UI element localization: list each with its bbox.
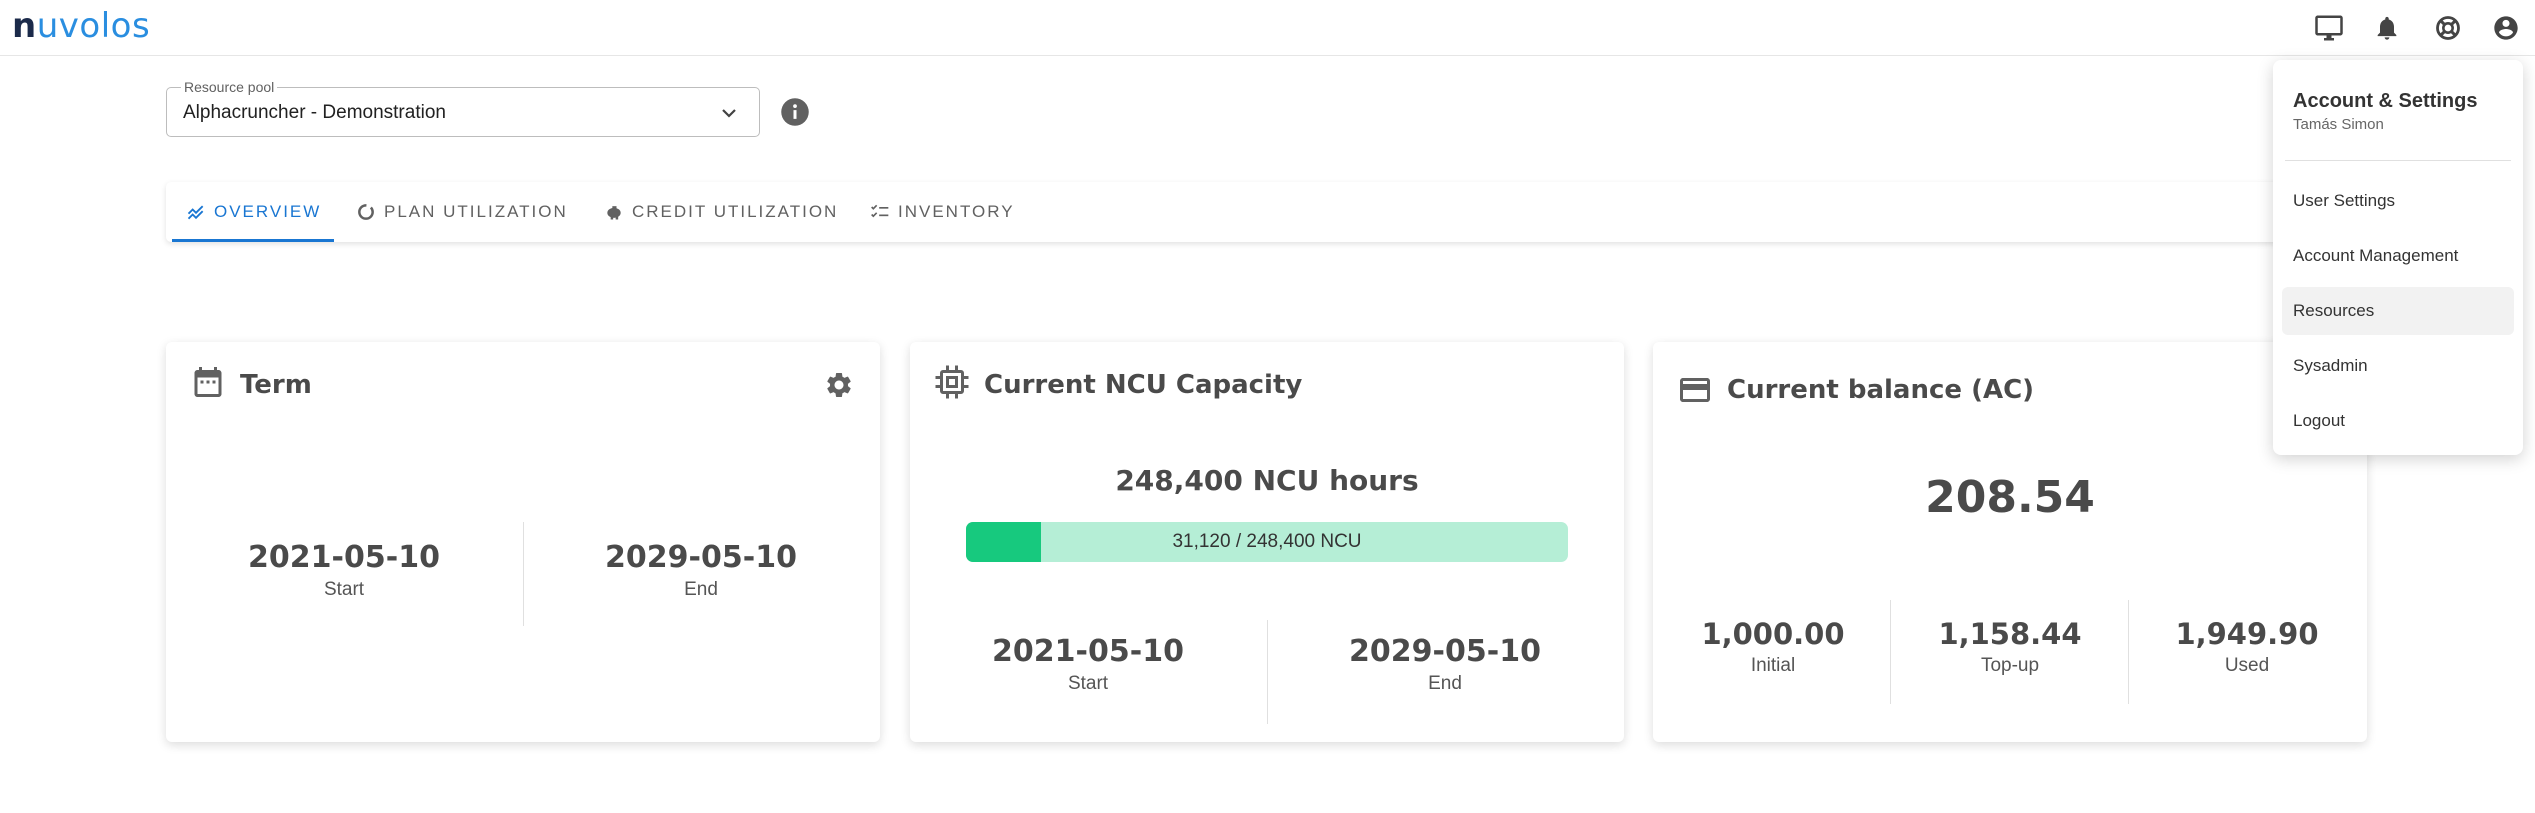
term-end: 2029-05-10 End: [583, 540, 819, 601]
piggy-bank-icon: [607, 206, 621, 220]
term-end-label: End: [684, 579, 718, 600]
tab-label: INVENTORY: [898, 202, 1015, 221]
bell-icon[interactable]: [2371, 12, 2403, 44]
ncu-progress-text: 31,120 / 248,400 NCU: [1172, 531, 1362, 552]
term-start: 2021-05-10 Start: [226, 540, 462, 601]
active-tab-indicator: [172, 239, 334, 242]
balance-card: Current balance (AC) 208.54 1,000.00 Ini…: [1653, 342, 2367, 742]
term-start-label: Start: [323, 579, 365, 600]
topup-label: Top-up: [1980, 655, 2040, 676]
resource-pool-value: Alphacruncher - Demonstration: [183, 102, 446, 123]
term-start-value: 2021-05-10: [248, 540, 440, 575]
resource-pool-select[interactable]: Resource pool Alphacruncher - Demonstrat…: [166, 79, 760, 137]
divider: [523, 522, 524, 626]
ncu-headline: 248,400 NCU hours: [1115, 464, 1419, 497]
logo-letter-n: n: [12, 6, 37, 46]
tab-inventory[interactable]: INVENTORY: [870, 182, 1015, 242]
balance-card-title: Current balance (AC): [1727, 375, 2035, 405]
menu-title: Account & Settings: [2293, 90, 2478, 112]
initial-value: 1,000.00: [1701, 617, 1845, 651]
balance-used: 1,949.90 Used: [2147, 617, 2347, 677]
cpu-chip-icon: [935, 365, 969, 399]
checklist-icon: [871, 204, 889, 218]
menu-item-sysadmin[interactable]: Sysadmin: [2282, 342, 2514, 390]
ncu-end: 2029-05-10 End: [1327, 634, 1563, 695]
ncu-start: 2021-05-10 Start: [970, 634, 1206, 695]
balance-topup: 1,158.44 Top-up: [1910, 617, 2110, 677]
donut-icon: [358, 204, 374, 220]
ncu-start-label: Start: [1067, 673, 1109, 694]
calendar-icon: [194, 367, 222, 397]
ncu-start-value: 2021-05-10: [992, 634, 1184, 669]
tab-credit-utilization[interactable]: CREDIT UTILIZATION: [604, 182, 838, 242]
chart-line-icon: [187, 205, 204, 220]
resource-pool-label: Resource pool: [181, 79, 278, 95]
tab-label: CREDIT UTILIZATION: [632, 202, 839, 221]
tab-plan-utilization[interactable]: PLAN UTILIZATION: [356, 182, 568, 242]
desktop-icon[interactable]: [2313, 12, 2345, 44]
menu-item-logout[interactable]: Logout: [2282, 397, 2514, 445]
balance-value: 208.54: [1925, 472, 2095, 523]
ncu-progress-bar: 31,120 / 248,400 NCU: [966, 522, 1568, 562]
chevron-down-icon[interactable]: [717, 101, 741, 125]
info-icon[interactable]: [780, 97, 810, 127]
initial-label: Initial: [1750, 655, 1796, 676]
menu-user-name: Tamás Simon: [2293, 116, 2384, 133]
ncu-end-value: 2029-05-10: [1349, 634, 1541, 669]
tab-overview[interactable]: OVERVIEW: [186, 182, 321, 242]
menu-item-user-settings[interactable]: User Settings: [2282, 177, 2514, 225]
account-circle-icon[interactable]: [2490, 12, 2522, 44]
term-card-title: Term: [240, 370, 312, 400]
logo-text: uvolos: [36, 6, 151, 46]
credit-card-icon: [1680, 378, 1710, 402]
lifebuoy-icon[interactable]: [2432, 12, 2464, 44]
topup-value: 1,158.44: [1938, 617, 2082, 651]
balance-initial: 1,000.00 Initial: [1673, 617, 1873, 677]
divider: [1267, 620, 1268, 724]
ncu-capacity-card: Current NCU Capacity 248,400 NCU hours 3…: [910, 342, 1624, 742]
tab-label: OVERVIEW: [214, 202, 322, 221]
menu-item-account-management[interactable]: Account Management: [2282, 232, 2514, 280]
used-value: 1,949.90: [2175, 617, 2319, 651]
divider: [1890, 600, 1891, 704]
term-end-value: 2029-05-10: [605, 540, 797, 575]
gear-icon[interactable]: [824, 370, 854, 400]
nuvolos-logo[interactable]: nuvolos: [12, 6, 150, 46]
menu-divider: [2285, 160, 2511, 161]
term-card: Term 2021-05-10 Start 2029-05-10 End: [166, 342, 880, 742]
account-settings-menu: Account & Settings Tamás Simon User Sett…: [2273, 60, 2523, 455]
used-label: Used: [2224, 655, 2270, 676]
tab-bar: OVERVIEW PLAN UTILIZATION CREDIT UTILIZA…: [166, 182, 2366, 242]
top-app-bar: nuvolos: [0, 0, 2535, 56]
ncu-end-label: End: [1428, 673, 1462, 694]
menu-item-resources[interactable]: Resources: [2282, 287, 2514, 335]
divider: [2128, 600, 2129, 704]
tab-label: PLAN UTILIZATION: [384, 202, 568, 221]
ncu-card-title: Current NCU Capacity: [984, 370, 1303, 400]
